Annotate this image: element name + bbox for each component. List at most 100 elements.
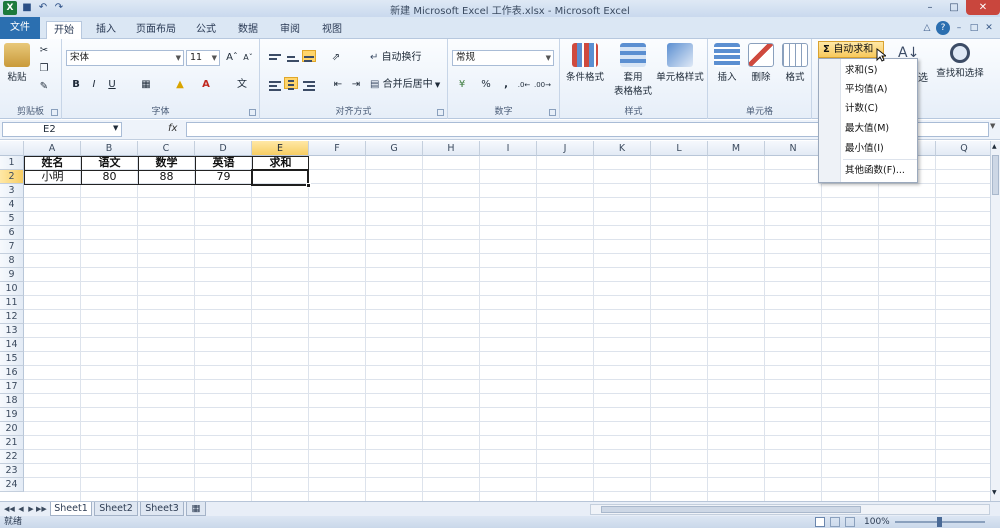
column-header[interactable]: I	[480, 141, 537, 156]
paste-button[interactable]: 粘贴	[4, 43, 30, 83]
tab-home[interactable]: 开始	[46, 21, 82, 39]
vertical-scroll-thumb[interactable]	[992, 155, 999, 195]
row-header[interactable]: 13	[0, 324, 24, 338]
close-button[interactable]: ✕	[966, 0, 1000, 15]
row-header[interactable]: 19	[0, 408, 24, 422]
column-header[interactable]: J	[537, 141, 594, 156]
select-all-corner[interactable]	[0, 141, 24, 156]
clipboard-launcher-icon[interactable]	[51, 109, 58, 116]
new-sheet-icon[interactable]: ▦	[186, 502, 206, 516]
help-icon[interactable]: ?	[936, 21, 950, 35]
cell-b2[interactable]: 80	[81, 170, 138, 184]
row-header[interactable]: 18	[0, 394, 24, 408]
column-header[interactable]: B	[81, 141, 138, 156]
page-break-view-icon[interactable]	[845, 517, 855, 527]
orientation-icon[interactable]: ⇗	[328, 50, 344, 66]
row-header[interactable]: 3	[0, 184, 24, 198]
row-header[interactable]: 14	[0, 338, 24, 352]
row-header[interactable]: 21	[0, 436, 24, 450]
row-header[interactable]: 12	[0, 310, 24, 324]
doc-minimize-icon[interactable]: –	[952, 21, 966, 35]
merge-center-button[interactable]: ▤ 合并后居中 ▼	[370, 77, 440, 93]
align-center-icon[interactable]	[284, 77, 298, 90]
menu-item-more-functions[interactable]: 其他函数(F)...	[845, 163, 905, 179]
cell-c2[interactable]: 88	[138, 170, 195, 184]
phonetic-icon[interactable]: 文	[234, 77, 250, 93]
row-header[interactable]: 23	[0, 464, 24, 478]
column-header[interactable]: M	[708, 141, 765, 156]
spreadsheet-grid[interactable]: A B C D E F G H I J K L M N O P Q 1 2 3 …	[0, 141, 990, 501]
column-header[interactable]: E	[252, 141, 309, 156]
tab-view[interactable]: 视图	[314, 21, 350, 39]
column-header[interactable]: H	[423, 141, 480, 156]
column-header[interactable]: G	[366, 141, 423, 156]
font-launcher-icon[interactable]	[249, 109, 256, 116]
menu-item-min[interactable]: 最小值(I)	[845, 141, 884, 157]
row-header[interactable]: 24	[0, 478, 24, 492]
column-header[interactable]: F	[309, 141, 366, 156]
menu-item-sum[interactable]: 求和(S)	[845, 63, 877, 79]
cell-e1[interactable]: 求和	[252, 156, 309, 170]
sheet-tab-1[interactable]: Sheet1	[50, 502, 92, 516]
normal-view-icon[interactable]	[815, 517, 825, 527]
cell-d1[interactable]: 英语	[195, 156, 252, 170]
first-sheet-icon[interactable]: ◀◀	[4, 503, 15, 515]
format-as-table-button[interactable]: 套用 表格格式	[610, 43, 656, 97]
percent-button[interactable]: %	[478, 77, 494, 93]
column-header[interactable]: L	[651, 141, 708, 156]
name-box[interactable]: E2	[2, 122, 122, 137]
number-format-select[interactable]: 常规 ▼	[452, 50, 554, 66]
maximize-button[interactable]: □	[942, 0, 966, 15]
menu-item-count[interactable]: 计数(C)	[845, 101, 878, 117]
alignment-launcher-icon[interactable]	[437, 109, 444, 116]
doc-restore-icon[interactable]: □	[967, 21, 981, 35]
comma-button[interactable]: ,	[498, 77, 514, 93]
tab-data[interactable]: 数据	[230, 21, 266, 39]
sheet-tab-3[interactable]: Sheet3	[140, 502, 184, 516]
redo-icon[interactable]: ↷	[52, 1, 66, 15]
row-header[interactable]: 6	[0, 226, 24, 240]
horizontal-scrollbar[interactable]	[590, 504, 990, 515]
next-sheet-icon[interactable]: ▶	[26, 503, 36, 515]
increase-decimal-icon[interactable]: .0←	[516, 77, 532, 93]
sheet-tab-2[interactable]: Sheet2	[94, 502, 138, 516]
row-header[interactable]: 2	[0, 170, 24, 184]
ribbon-minimize-icon[interactable]: △	[920, 21, 934, 35]
insert-cells-button[interactable]: 插入	[712, 43, 742, 83]
column-header[interactable]: C	[138, 141, 195, 156]
column-header[interactable]: Q	[936, 141, 990, 156]
row-header[interactable]: 22	[0, 450, 24, 464]
column-header[interactable]: K	[594, 141, 651, 156]
number-launcher-icon[interactable]	[549, 109, 556, 116]
align-left-icon[interactable]	[268, 79, 282, 91]
insert-function-button[interactable]: fx	[168, 123, 177, 134]
row-header[interactable]: 10	[0, 282, 24, 296]
tab-file[interactable]: 文件	[0, 17, 40, 39]
copy-icon[interactable]: ❐	[36, 61, 52, 77]
zoom-slider-thumb[interactable]	[937, 517, 942, 527]
row-header[interactable]: 8	[0, 254, 24, 268]
font-color-icon[interactable]: A	[198, 77, 214, 93]
cell-c1[interactable]: 数学	[138, 156, 195, 170]
column-header[interactable]: A	[24, 141, 81, 156]
scroll-down-icon[interactable]: ▼	[992, 489, 997, 496]
decrease-indent-icon[interactable]: ⇤	[330, 77, 346, 93]
cut-icon[interactable]: ✂	[36, 43, 52, 59]
prev-sheet-icon[interactable]: ◀	[16, 503, 26, 515]
find-select-button[interactable]: 查找和选择	[934, 43, 986, 79]
row-header[interactable]: 9	[0, 268, 24, 282]
cell-styles-button[interactable]: 单元格样式	[654, 43, 706, 83]
align-right-icon[interactable]	[302, 79, 316, 91]
font-name-select[interactable]: 宋体 ▼	[66, 50, 184, 66]
last-sheet-icon[interactable]: ▶▶	[36, 503, 47, 515]
tab-page-layout[interactable]: 页面布局	[130, 21, 182, 39]
cell-a1[interactable]: 姓名	[24, 156, 81, 170]
name-box-dropdown-icon[interactable]: ▼	[113, 124, 118, 132]
format-cells-button[interactable]: 格式	[780, 43, 810, 83]
row-header[interactable]: 16	[0, 366, 24, 380]
column-header[interactable]: D	[195, 141, 252, 156]
scroll-up-icon[interactable]: ▲	[992, 143, 997, 150]
column-header[interactable]: N	[765, 141, 822, 156]
tab-insert[interactable]: 插入	[88, 21, 124, 39]
align-middle-icon[interactable]	[286, 52, 300, 64]
